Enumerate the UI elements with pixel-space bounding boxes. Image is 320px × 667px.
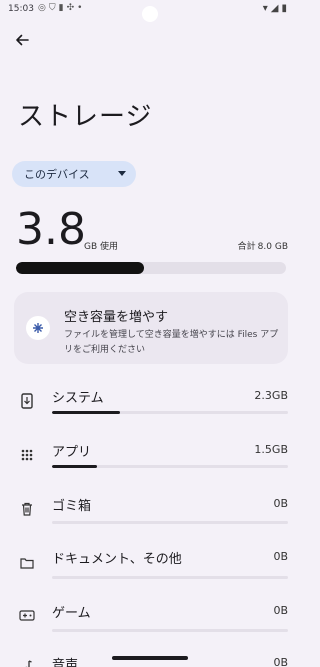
category-size: 2.3GB bbox=[254, 389, 288, 402]
category-usage-track bbox=[52, 521, 288, 524]
battery-icon: ▮ bbox=[281, 3, 290, 14]
category-label: アプリ bbox=[52, 445, 92, 460]
category-row-system[interactable]: システム 2.3GB bbox=[0, 373, 300, 429]
signal-icon: ◢ bbox=[270, 3, 282, 14]
status-system-icons: ▾◢▮ bbox=[263, 3, 290, 14]
audio-icon bbox=[18, 657, 36, 667]
category-usage-fill bbox=[52, 411, 121, 414]
category-size: 0B bbox=[273, 550, 288, 563]
free-up-title: 空き容量を増やす bbox=[64, 310, 169, 325]
sparkle-icon bbox=[26, 316, 50, 340]
shield-icon: ⛉ bbox=[48, 3, 59, 13]
fan-icon: ✣ bbox=[66, 3, 78, 13]
category-usage-track bbox=[52, 411, 288, 414]
category-size: 1.5GB bbox=[254, 443, 288, 456]
wifi-icon: ▾ bbox=[262, 3, 271, 14]
status-time: 15:03 bbox=[8, 4, 34, 14]
category-label: ドキュメント、その他 bbox=[52, 552, 182, 567]
used-storage-value: 3.8 bbox=[16, 204, 86, 255]
trash-icon bbox=[18, 500, 36, 518]
category-row-trash[interactable]: ゴミ箱 0B bbox=[0, 486, 300, 542]
total-storage-value: 8.0 GB bbox=[257, 242, 288, 252]
category-row-games[interactable]: ゲーム 0B bbox=[0, 597, 300, 653]
device-selector-label: このデバイス bbox=[24, 168, 90, 181]
category-label: システム bbox=[52, 391, 104, 406]
device-selector-dropdown[interactable]: このデバイス bbox=[12, 161, 136, 187]
category-size: 0B bbox=[273, 656, 288, 667]
back-button[interactable] bbox=[10, 28, 34, 52]
gesture-nav-handle[interactable] bbox=[112, 656, 188, 660]
category-label: ゴミ箱 bbox=[52, 499, 92, 514]
storage-usage-bar bbox=[16, 262, 286, 274]
dot-icon: • bbox=[77, 3, 86, 13]
free-up-description: ファイルを管理して空き容量を増やすには Files アプリをご利用ください bbox=[64, 330, 279, 355]
system-icon bbox=[18, 392, 36, 410]
dropdown-arrow-icon bbox=[118, 171, 126, 176]
category-usage-track bbox=[52, 576, 288, 579]
used-storage-unit: GB 使用 bbox=[84, 242, 119, 252]
category-label: ゲーム bbox=[52, 606, 91, 621]
compass-icon: ◎ bbox=[38, 3, 49, 13]
category-row-apps[interactable]: アプリ 1.5GB bbox=[0, 429, 300, 485]
arrow-back-icon bbox=[16, 34, 29, 46]
gamepad-icon bbox=[18, 606, 36, 624]
category-usage-track bbox=[52, 629, 288, 632]
apps-grid-icon bbox=[18, 446, 36, 464]
page-title: ストレージ bbox=[18, 102, 153, 132]
category-size: 0B bbox=[273, 604, 288, 617]
storage-usage-fill bbox=[16, 262, 145, 274]
category-row-documents[interactable]: ドキュメント、その他 0B bbox=[0, 542, 300, 598]
category-usage-track bbox=[52, 465, 288, 468]
free-up-space-card[interactable]: 空き容量を増やす ファイルを管理して空き容量を増やすには Files アプリをご… bbox=[14, 292, 288, 364]
total-storage: 合計 8.0 GB bbox=[236, 239, 288, 252]
status-notification-icons: ◎⛉▮✣• bbox=[38, 3, 85, 13]
total-storage-label: 合計 bbox=[237, 242, 256, 252]
category-usage-fill bbox=[52, 465, 97, 468]
category-label: 音声 bbox=[52, 658, 79, 667]
camera-cutout bbox=[142, 6, 158, 22]
sim-icon: ▮ bbox=[58, 3, 67, 13]
category-size: 0B bbox=[273, 497, 288, 510]
folder-icon bbox=[18, 554, 36, 572]
